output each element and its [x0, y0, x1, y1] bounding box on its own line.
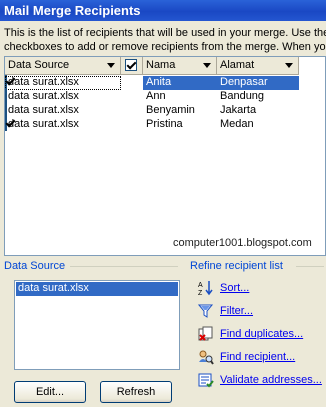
- table-row[interactable]: data surat.xlsx Anita Denpasar: [5, 75, 299, 90]
- row-alamat: Bandung: [220, 90, 265, 102]
- column-header-nama-label: Nama: [146, 59, 176, 71]
- row-nama: Pristina: [146, 118, 183, 130]
- row-nama: Anita: [143, 76, 217, 90]
- row-data-source: data surat.xlsx: [8, 104, 79, 116]
- window-title: Mail Merge Recipients: [0, 0, 326, 21]
- refresh-button-label: Refresh: [116, 386, 156, 398]
- dropdown-arrow-icon[interactable]: [107, 63, 115, 68]
- table-row[interactable]: data surat.xlsx Ann Bandung: [5, 89, 299, 104]
- filter-funnel-icon: [198, 304, 214, 318]
- recipients-grid[interactable]: Data Source Nama Alamat data surat.xlsx …: [4, 56, 326, 256]
- svg-text:A: A: [198, 282, 203, 289]
- section-divider: [296, 266, 324, 267]
- data-source-section-label: Data Source: [4, 260, 66, 272]
- column-header-check[interactable]: [121, 57, 143, 75]
- table-row[interactable]: data surat.xlsx Pristina Medan: [5, 117, 299, 132]
- svg-text:Z: Z: [198, 290, 203, 296]
- filter-link[interactable]: Filter...: [220, 303, 253, 319]
- validate-addresses-icon: [198, 373, 214, 388]
- section-divider: [70, 266, 178, 267]
- row-alamat: Denpasar: [217, 76, 299, 90]
- refresh-button[interactable]: Refresh: [100, 381, 172, 403]
- edit-button-label: Edit...: [35, 386, 65, 398]
- refine-section-label: Refine recipient list: [190, 260, 283, 272]
- row-nama: Benyamin: [146, 104, 195, 116]
- column-header-alamat-label: Alamat: [220, 59, 255, 71]
- find-recipient-icon: [199, 350, 214, 365]
- table-row[interactable]: data surat.xlsx Benyamin Jakarta: [5, 103, 299, 118]
- instructions-line-2: checkboxes to add or remove recipients f…: [4, 41, 326, 53]
- sort-link[interactable]: Sort...: [220, 280, 249, 296]
- column-header-data-source[interactable]: Data Source: [5, 57, 121, 75]
- sort-az-icon: A Z: [198, 281, 213, 296]
- validate-addresses-link[interactable]: Validate addresses...: [220, 372, 322, 388]
- instructions-text: This is the list of recipients that will…: [4, 26, 326, 54]
- dropdown-arrow-icon[interactable]: [285, 63, 293, 68]
- row-data-source: data surat.xlsx: [8, 118, 79, 130]
- column-header-nama[interactable]: Nama: [143, 57, 217, 75]
- instructions-line-1: This is the list of recipients that will…: [4, 27, 326, 39]
- row-data-source: data surat.xlsx: [5, 76, 121, 90]
- row-data-source: data surat.xlsx: [8, 90, 79, 102]
- row-alamat: Medan: [220, 118, 254, 130]
- row-alamat: Jakarta: [220, 104, 257, 116]
- data-source-list-item[interactable]: data surat.xlsx: [16, 282, 178, 296]
- edit-button[interactable]: Edit...: [14, 381, 86, 403]
- data-source-list[interactable]: data surat.xlsx: [14, 280, 180, 370]
- watermark-text: computer1001.blogspot.com: [173, 237, 312, 249]
- find-recipient-link[interactable]: Find recipient...: [220, 349, 295, 365]
- row-nama: Ann: [146, 90, 166, 102]
- column-header-alamat[interactable]: Alamat: [217, 57, 299, 75]
- dropdown-arrow-icon[interactable]: [203, 63, 211, 68]
- find-duplicates-link[interactable]: Find duplicates...: [220, 326, 303, 342]
- column-header-data-source-label: Data Source: [8, 59, 70, 71]
- select-all-checkbox[interactable]: [125, 59, 137, 71]
- find-duplicates-icon: [198, 326, 213, 341]
